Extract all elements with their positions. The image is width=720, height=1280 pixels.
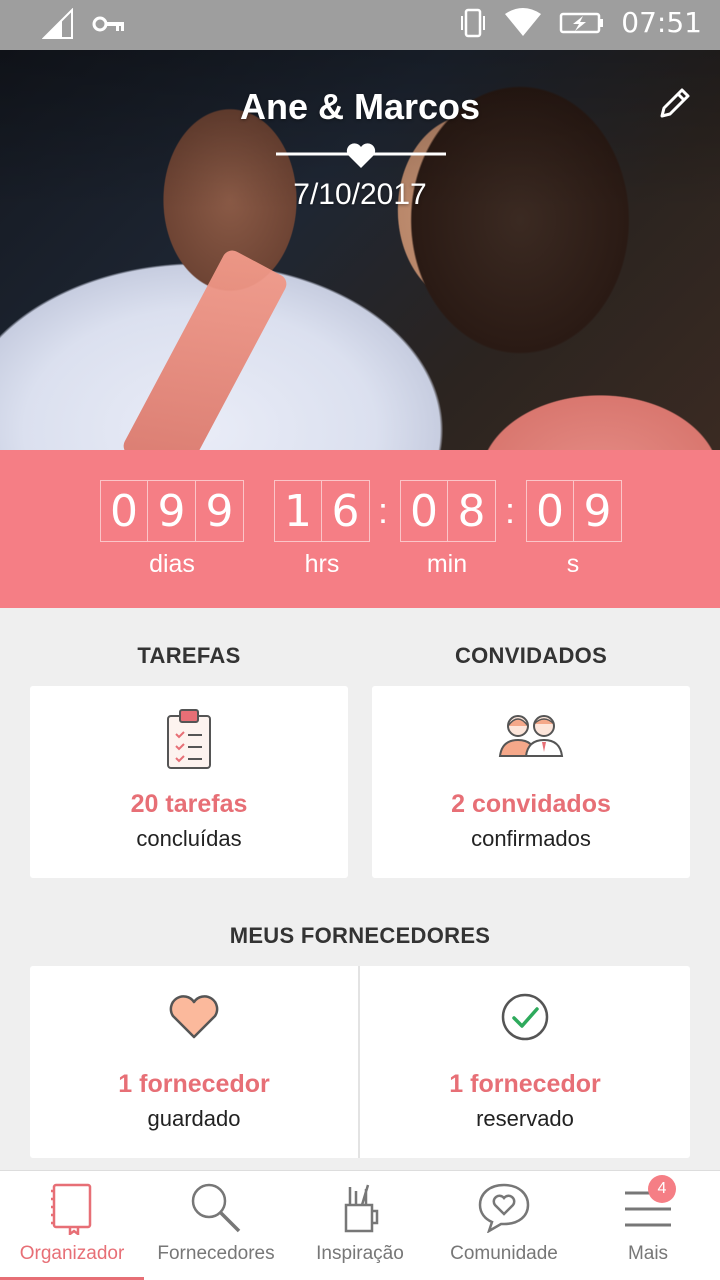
tasks-count: 20 tarefas [130, 790, 248, 818]
booked-vendors-card[interactable]: 1 fornecedor reservado [360, 966, 690, 1158]
couple-photo: Ane & Marcos 7/10/2017 [0, 50, 720, 450]
countdown-digit: 8 [448, 480, 496, 542]
heart-divider-icon [276, 143, 446, 168]
tasks-card[interactable]: 20 tarefas concluídas [30, 686, 348, 878]
nav-item-organizador[interactable]: Organizador [0, 1171, 144, 1280]
countdown-days: 0 9 9 [100, 480, 244, 542]
nav-label: Inspiração [316, 1243, 404, 1264]
countdown-separator: : [505, 490, 516, 531]
check-circle-icon [501, 993, 549, 1041]
nav-label: Comunidade [450, 1243, 558, 1264]
countdown: 0 9 9 1 6 : 0 8 : 0 9 dias hrs min s [0, 450, 720, 608]
countdown-digit: 6 [322, 480, 370, 542]
tasks-status: concluídas [136, 826, 242, 851]
status-time: 07:51 [621, 6, 702, 39]
countdown-seconds: 0 9 [526, 480, 622, 542]
bottom-nav: Organizador Fornecedores Inspiração Comu… [0, 1170, 720, 1280]
guests-heading: CONVIDADOS [454, 643, 608, 668]
countdown-label-days: dias [149, 550, 195, 578]
nav-label: Fornecedores [157, 1243, 275, 1264]
saved-vendors-count: 1 fornecedor [118, 1070, 270, 1098]
countdown-separator: : [378, 490, 389, 531]
wifi-icon [505, 7, 542, 36]
clipboard-checklist-icon [167, 709, 211, 769]
nav-item-fornecedores[interactable]: Fornecedores [144, 1171, 288, 1280]
couple-guests-icon [498, 715, 564, 757]
guests-card[interactable]: 2 convidados confirmados [372, 686, 690, 878]
booked-vendors-status: reservado [476, 1106, 574, 1131]
countdown-digit: 0 [526, 480, 574, 542]
guests-count: 2 convidados [451, 790, 611, 818]
guests-status: confirmados [471, 826, 591, 851]
notebook-icon [51, 1183, 92, 1235]
chat-heart-icon [478, 1183, 530, 1233]
pencil-cup-icon [344, 1184, 379, 1233]
booked-vendors-count: 1 fornecedor [449, 1070, 601, 1098]
vendors-heading: MEUS FORNECEDORES [229, 923, 491, 948]
countdown-hours: 1 6 [274, 480, 370, 542]
status-bar: 07:51 [0, 0, 720, 50]
saved-vendors-status: guardado [147, 1106, 241, 1131]
battery-charging-icon [560, 12, 604, 33]
notification-badge: 4 [648, 1175, 676, 1203]
nav-item-inspiracao[interactable]: Inspiração [288, 1171, 432, 1280]
saved-vendors-card[interactable]: 1 fornecedor guardado [30, 966, 358, 1158]
heart-icon [169, 995, 219, 1039]
countdown-digit: 9 [196, 480, 244, 542]
countdown-minutes: 0 8 [400, 480, 496, 542]
countdown-digit: 9 [574, 480, 622, 542]
countdown-label-seconds: s [566, 550, 580, 578]
signal-icon [42, 8, 73, 39]
nav-item-comunidade[interactable]: Comunidade [432, 1171, 576, 1280]
nav-label: Mais [627, 1243, 669, 1264]
wedding-date: 7/10/2017 [293, 178, 427, 211]
countdown-label-minutes: min [426, 550, 468, 578]
countdown-digit: 9 [148, 480, 196, 542]
nav-item-mais[interactable]: 4 Mais [576, 1171, 720, 1280]
key-icon [92, 16, 124, 32]
tasks-heading: TAREFAS [137, 643, 241, 668]
vibrate-icon [461, 8, 486, 37]
nav-label: Organizador [19, 1243, 125, 1264]
countdown-digit: 1 [274, 480, 322, 542]
couple-names: Ane & Marcos [239, 86, 481, 127]
edit-pencil-icon[interactable] [654, 84, 694, 124]
countdown-label-hours: hrs [304, 550, 340, 578]
countdown-digit: 0 [100, 480, 148, 542]
search-icon [191, 1183, 241, 1233]
countdown-digit: 0 [400, 480, 448, 542]
